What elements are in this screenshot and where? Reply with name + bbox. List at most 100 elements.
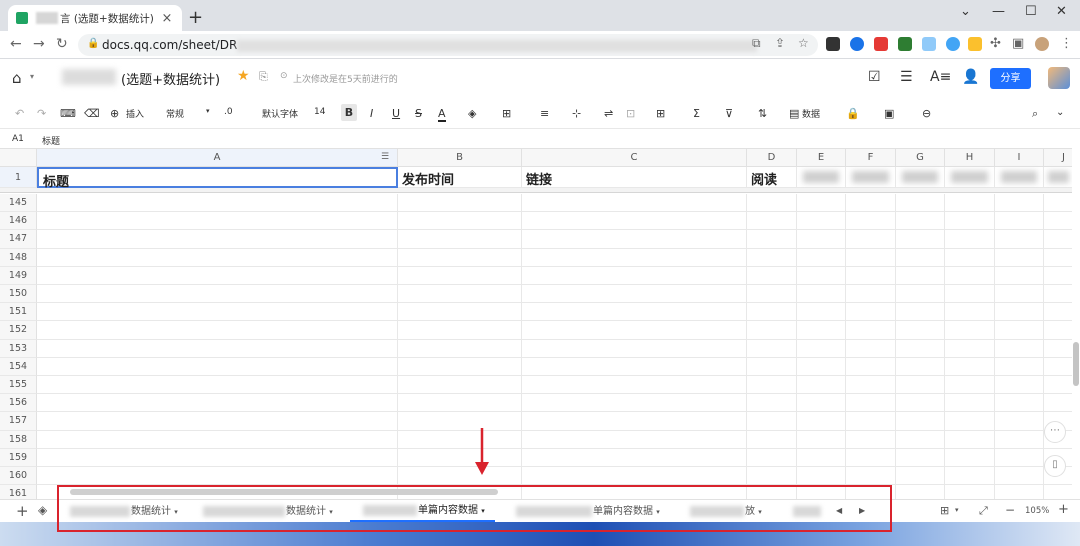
grid-view-icon[interactable]: ⊞ xyxy=(940,504,949,517)
vertical-scrollbar[interactable] xyxy=(1072,130,1080,500)
zoom-out-icon[interactable]: − xyxy=(1005,503,1015,517)
align-left-icon[interactable]: ≡ xyxy=(540,107,549,120)
chevron-down-icon[interactable]: ▾ xyxy=(206,107,210,115)
plus-circle-icon[interactable]: ⊕ xyxy=(110,107,119,120)
grid-cell[interactable] xyxy=(1044,376,1072,395)
grid-cell[interactable] xyxy=(37,339,398,358)
grid-cell[interactable] xyxy=(945,376,995,395)
cell-f1[interactable] xyxy=(846,167,896,188)
url-input[interactable]: 🔒 docs.qq.com/sheet/DR xyxy=(78,34,818,56)
grid-cell[interactable] xyxy=(995,248,1044,267)
grid-cell[interactable] xyxy=(945,285,995,304)
grid-cell[interactable] xyxy=(896,230,945,249)
extension-icon[interactable] xyxy=(968,37,982,51)
grid-cell[interactable] xyxy=(1044,321,1072,340)
grid-cell[interactable] xyxy=(995,303,1044,322)
data-icon[interactable]: ▤ xyxy=(789,107,799,120)
grid-cell[interactable] xyxy=(522,394,747,413)
grid-cell[interactable] xyxy=(522,430,747,449)
grid-cell[interactable] xyxy=(797,194,846,213)
grid-cell[interactable] xyxy=(995,321,1044,340)
maximize-icon[interactable]: ☐ xyxy=(1025,4,1037,19)
freeze-icon[interactable]: ⊞ xyxy=(656,107,665,120)
grid-cell[interactable] xyxy=(37,230,398,249)
grid-cell[interactable] xyxy=(1044,340,1072,358)
grid-cell[interactable] xyxy=(747,230,797,249)
column-header[interactable]: C xyxy=(522,149,747,167)
grid-cell[interactable] xyxy=(797,248,846,267)
font-size-select[interactable]: 14 xyxy=(314,107,325,117)
bold-button[interactable]: B xyxy=(341,104,357,121)
column-header[interactable]: G xyxy=(896,149,945,167)
grid-cell[interactable] xyxy=(846,412,896,431)
cast-icon[interactable]: ⧉ xyxy=(752,36,761,51)
grid-cell[interactable] xyxy=(896,376,945,395)
grid-cell[interactable] xyxy=(797,285,846,304)
grid-cell[interactable] xyxy=(522,448,747,467)
grid-cell[interactable] xyxy=(945,339,995,358)
decimal-button[interactable]: .0 xyxy=(224,107,233,117)
grid-cell[interactable] xyxy=(522,230,747,249)
more-options-icon[interactable]: ⋯ xyxy=(1044,421,1066,443)
row-header[interactable]: 152 xyxy=(0,321,37,340)
search-icon[interactable]: ⌕ xyxy=(1032,107,1038,121)
merge-cells-icon[interactable]: ⊡ xyxy=(626,107,635,120)
grid-cell[interactable] xyxy=(995,412,1044,431)
grid-cell[interactable] xyxy=(747,412,797,431)
grid-cell[interactable] xyxy=(522,248,747,267)
row-header[interactable]: 159 xyxy=(0,448,37,467)
grid-cell[interactable] xyxy=(1044,194,1072,213)
strikethrough-button[interactable]: S xyxy=(415,107,422,120)
column-header[interactable]: J xyxy=(1044,149,1072,167)
row-header[interactable]: 153 xyxy=(0,339,37,358)
grid-cell[interactable] xyxy=(747,430,797,449)
grid-cell[interactable] xyxy=(846,467,896,486)
row-header[interactable]: 146 xyxy=(0,212,37,231)
grid-cell[interactable] xyxy=(945,412,995,431)
text-format-icon[interactable]: A≡ xyxy=(930,69,951,85)
grid-cell[interactable] xyxy=(846,430,896,449)
row-header[interactable]: 155 xyxy=(0,376,37,395)
grid-cell[interactable] xyxy=(398,285,522,304)
grid-cell[interactable] xyxy=(747,285,797,304)
grid-cell[interactable] xyxy=(522,303,747,322)
grid-cell[interactable] xyxy=(846,339,896,358)
grid-cell[interactable] xyxy=(398,376,522,395)
grid-cell[interactable] xyxy=(37,357,398,376)
row-header[interactable]: 148 xyxy=(0,248,37,267)
row-header[interactable]: 158 xyxy=(0,430,37,449)
border-icon[interactable]: ⊞ xyxy=(502,107,511,120)
grid-cell[interactable] xyxy=(945,321,995,340)
grid-cell[interactable] xyxy=(398,430,522,449)
row-header[interactable]: 160 xyxy=(0,467,37,486)
extension-icon[interactable] xyxy=(898,37,912,51)
wrap-text-icon[interactable]: ⇌ xyxy=(604,107,613,120)
row-header[interactable]: 1 xyxy=(0,167,37,188)
grid-cell[interactable] xyxy=(747,321,797,340)
grid-cell[interactable] xyxy=(1044,485,1072,499)
grid-cell[interactable] xyxy=(995,430,1044,449)
new-tab-icon[interactable]: + xyxy=(188,7,203,28)
grid-cell[interactable] xyxy=(896,339,945,358)
grid-cell[interactable] xyxy=(398,194,522,213)
add-sheet-icon[interactable]: + xyxy=(16,502,29,520)
cell-d1[interactable]: 阅读 xyxy=(747,167,797,188)
extension-icon[interactable] xyxy=(922,37,936,51)
chevron-down-icon[interactable]: ▾ xyxy=(30,72,34,81)
grid-cell[interactable] xyxy=(522,339,747,358)
grid-cell[interactable] xyxy=(995,394,1044,413)
column-header[interactable]: B xyxy=(398,149,522,167)
grid-cell[interactable] xyxy=(1044,267,1072,285)
grid-cell[interactable] xyxy=(522,194,747,213)
column-header[interactable]: F xyxy=(846,149,896,167)
cell-c1[interactable]: 链接 xyxy=(522,167,747,188)
back-icon[interactable]: ← xyxy=(10,36,22,52)
grid-cell[interactable] xyxy=(522,266,747,285)
grid-cell[interactable] xyxy=(945,248,995,267)
grid-cell[interactable] xyxy=(398,394,522,413)
menu-kebab-icon[interactable]: ⋮ xyxy=(1060,36,1073,51)
grid-cell[interactable] xyxy=(398,266,522,285)
grid-cell[interactable] xyxy=(797,467,846,486)
row-header[interactable]: 161 xyxy=(0,485,37,499)
grid-cell[interactable] xyxy=(747,266,797,285)
